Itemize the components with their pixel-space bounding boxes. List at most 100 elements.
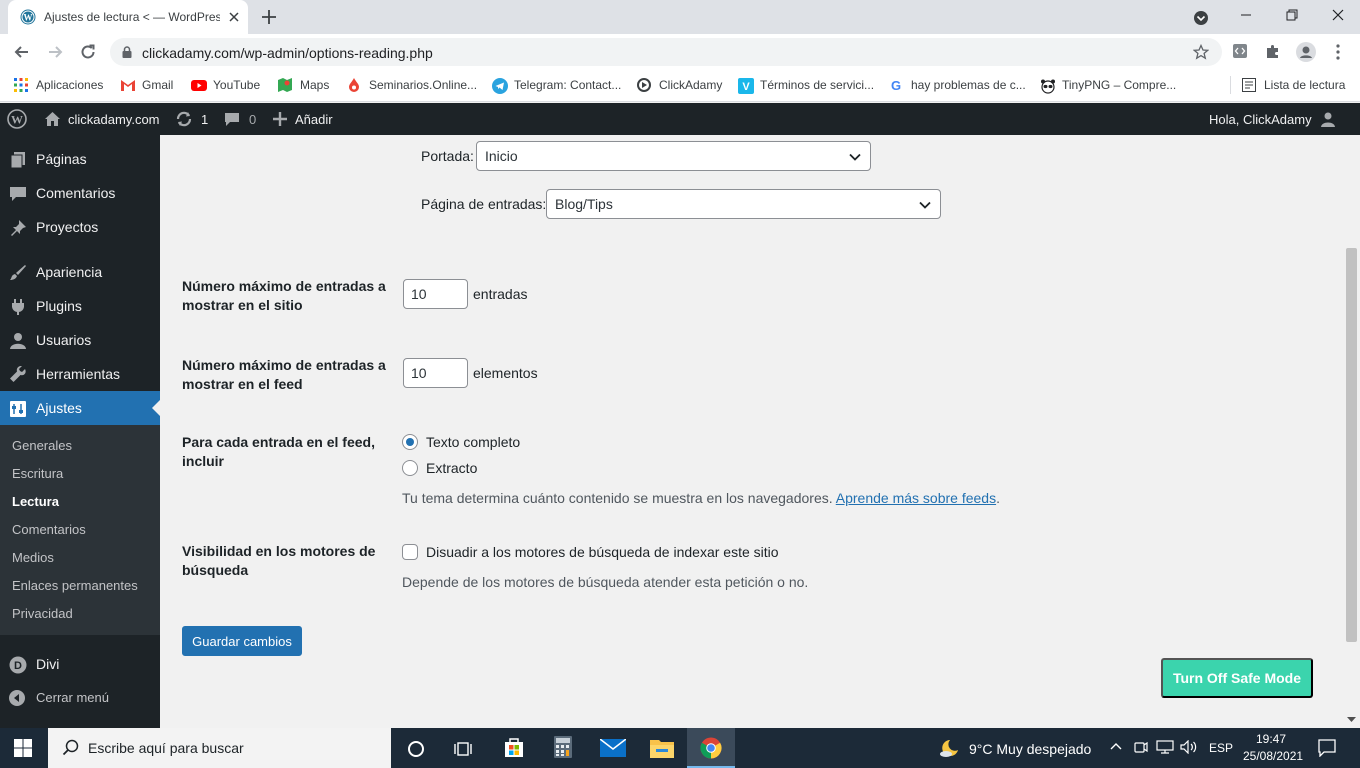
submenu-privacidad[interactable]: Privacidad — [12, 606, 73, 621]
new-tab-icon[interactable] — [259, 7, 279, 27]
chrome-icon[interactable] — [700, 737, 722, 759]
sidebar-item-plugins[interactable]: Plugins — [0, 289, 160, 323]
taskbar-search-box[interactable]: Escribe aquí para buscar — [48, 728, 391, 768]
feed-full-label[interactable]: Texto completo — [426, 434, 520, 450]
submenu-comentarios[interactable]: Comentarios — [12, 522, 86, 537]
tab-close-icon[interactable] — [226, 9, 242, 25]
bookmark-seminarios[interactable]: Seminarios.Online... — [347, 76, 477, 94]
submenu-enlaces-permanentes[interactable]: Enlaces permanentes — [12, 578, 138, 593]
clock-time[interactable]: 19:47 — [1256, 732, 1286, 746]
youtube-icon — [191, 78, 207, 92]
discourage-search-checkbox[interactable] — [402, 544, 418, 560]
portada-select[interactable]: Inicio — [476, 141, 871, 171]
submenu-generales[interactable]: Generales — [12, 438, 72, 453]
back-arrow-icon[interactable] — [12, 42, 32, 62]
sidebar-item-apariencia[interactable]: Apariencia — [0, 255, 160, 289]
feed-full-radio[interactable] — [402, 434, 418, 450]
add-new-menu[interactable]: Añadir — [273, 103, 333, 135]
scroll-down-arrow-icon[interactable] — [1346, 714, 1357, 724]
brush-icon — [9, 264, 27, 282]
vimeo-icon: V — [738, 78, 754, 94]
comments-menu[interactable]: 0 — [224, 103, 256, 135]
pages-icon — [9, 151, 27, 169]
sidebar-item-herramientas[interactable]: Herramientas — [0, 357, 160, 391]
submenu-medios[interactable]: Medios — [12, 550, 54, 565]
restore-window-icon[interactable] — [1284, 7, 1300, 23]
entradas-page-select[interactable]: Blog/Tips — [546, 189, 941, 219]
mail-icon[interactable] — [600, 739, 626, 757]
my-account-menu[interactable]: Hola, ClickAdamy — [1209, 103, 1336, 135]
bookmark-aplicaciones[interactable]: Aplicaciones — [14, 76, 103, 94]
extensions-puzzle-icon[interactable] — [1265, 43, 1281, 59]
page-scrollbar-thumb[interactable] — [1346, 248, 1357, 642]
wordpress-logo-icon: W — [7, 109, 27, 129]
sidebar-item-comentarios[interactable]: Comentarios — [0, 176, 160, 210]
save-changes-button[interactable]: Guardar cambios — [182, 626, 302, 656]
lock-icon[interactable] — [120, 45, 134, 59]
weather-moon-icon[interactable] — [938, 738, 960, 758]
collapse-menu[interactable]: Cerrar menú — [0, 681, 160, 715]
learn-feeds-link[interactable]: Aprende más sobre feeds — [836, 490, 996, 506]
language-indicator[interactable]: ESP — [1209, 741, 1233, 755]
sidebar-item-label: Herramientas — [36, 366, 121, 382]
sidebar-item-paginas[interactable]: Páginas — [0, 142, 160, 176]
wp-logo-menu[interactable]: W — [7, 103, 27, 135]
browser-menu-icon[interactable] — [1332, 42, 1344, 62]
portada-value: Inicio — [485, 148, 518, 164]
turn-off-safe-mode-button[interactable]: Turn Off Safe Mode — [1161, 658, 1313, 698]
site-name-menu[interactable]: clickadamy.com — [44, 103, 160, 135]
reading-list[interactable]: Lista de lectura — [1242, 76, 1345, 94]
code-extension-icon[interactable] — [1232, 43, 1248, 59]
bookmark-star-icon[interactable] — [1193, 44, 1209, 60]
feed-excerpt-radio[interactable] — [402, 460, 418, 476]
volume-icon[interactable] — [1180, 740, 1198, 754]
task-view-icon[interactable] — [453, 739, 473, 759]
bookmark-youtube[interactable]: YouTube — [191, 76, 260, 94]
bookmark-google[interactable]: G hay problemas de c... — [889, 76, 1026, 94]
comments-count: 0 — [249, 111, 257, 127]
notification-center-icon[interactable] — [1318, 739, 1336, 757]
bookmark-gmail[interactable]: Gmail — [120, 76, 173, 94]
bookmark-label: hay problemas de c... — [911, 78, 1026, 92]
sidebar-item-label: Ajustes — [36, 400, 82, 416]
browser-tab[interactable]: W Ajustes de lectura < — WordPress — [8, 0, 248, 34]
bookmarks-separator — [1230, 76, 1231, 94]
bookmark-telegram[interactable]: Telegram: Contact... — [492, 76, 621, 94]
forward-arrow-icon[interactable] — [45, 42, 65, 62]
cortana-icon[interactable] — [406, 739, 426, 759]
minimize-window-icon[interactable] — [1238, 7, 1254, 23]
submenu-lectura[interactable]: Lectura — [12, 494, 59, 509]
close-window-icon[interactable] — [1330, 7, 1346, 23]
weather-text[interactable]: 9°C Muy despejado — [969, 741, 1091, 757]
bookmark-maps[interactable]: Maps — [278, 76, 329, 94]
discourage-search-label[interactable]: Disuadir a los motores de búsqueda de in… — [426, 544, 779, 560]
updates-menu[interactable]: 1 — [174, 103, 208, 135]
feed-excerpt-label[interactable]: Extracto — [426, 460, 477, 476]
clock-date[interactable]: 25/08/2021 — [1243, 749, 1303, 763]
tray-chevron-up-icon[interactable] — [1110, 741, 1122, 753]
bookmark-label: ClickAdamy — [659, 78, 723, 92]
tab-search-icon[interactable] — [1192, 9, 1210, 27]
onedrive-icon[interactable] — [1134, 740, 1148, 754]
sidebar-item-ajustes[interactable]: Ajustes — [0, 391, 160, 425]
bookmark-clickadamy[interactable]: ClickAdamy — [637, 76, 722, 94]
network-icon[interactable] — [1156, 740, 1174, 754]
tab-title: Ajustes de lectura < — WordPress — [44, 10, 220, 24]
bookmark-terminos[interactable]: V Términos de servici... — [738, 76, 874, 94]
submenu-escritura[interactable]: Escritura — [12, 466, 63, 481]
sidebar-item-divi[interactable]: D Divi — [0, 647, 160, 681]
file-explorer-icon[interactable] — [650, 738, 674, 758]
feed-items-input[interactable]: 10 — [403, 358, 468, 388]
sidebar-item-usuarios[interactable]: Usuarios — [0, 323, 160, 357]
calculator-icon[interactable] — [553, 736, 573, 758]
windows-start-icon[interactable] — [14, 739, 32, 757]
profile-avatar-icon[interactable] — [1296, 42, 1316, 62]
url-text: clickadamy.com/wp-admin/options-reading.… — [142, 45, 433, 61]
reload-icon[interactable] — [78, 42, 98, 62]
updates-count: 1 — [201, 111, 209, 127]
address-bar[interactable]: clickadamy.com/wp-admin/options-reading.… — [110, 38, 1222, 66]
bookmark-tinypng[interactable]: TinyPNG – Compre... — [1040, 76, 1176, 94]
store-icon[interactable] — [503, 736, 525, 758]
posts-per-page-input[interactable]: 10 — [403, 279, 468, 309]
sidebar-item-proyectos[interactable]: Proyectos — [0, 210, 160, 244]
